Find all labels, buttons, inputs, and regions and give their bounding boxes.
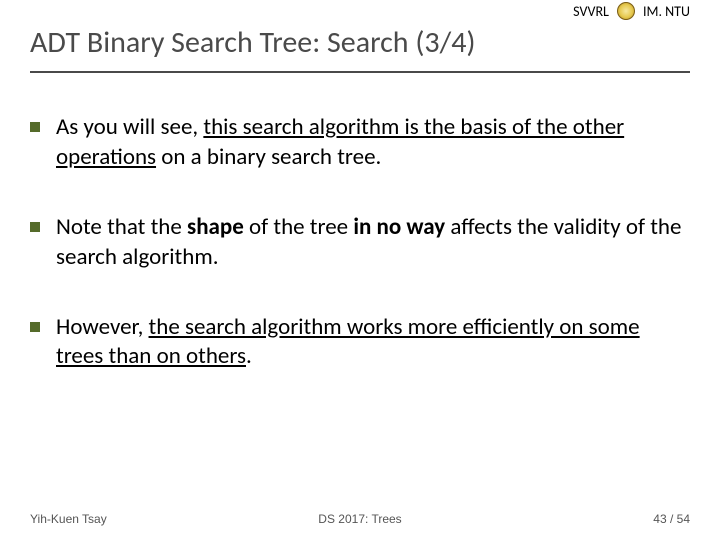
footer-course: DS 2017: Trees [318, 512, 401, 526]
header-affiliation: SVVRL IM. NTU [573, 2, 690, 20]
page-total: 54 [677, 512, 690, 526]
slide-footer: Yih-Kuen Tsay DS 2017: Trees 43 / 54 [30, 512, 690, 526]
slide-body: As you will see, this search algorithm i… [30, 73, 690, 372]
text-plain: . [246, 342, 252, 370]
footer-author: Yih-Kuen Tsay [30, 512, 107, 526]
text-plain: As you will see, [56, 113, 203, 141]
bullet-item: However, the search algorithm works more… [30, 313, 690, 373]
org-right-label: IM. NTU [643, 3, 690, 20]
text-bold: shape [187, 213, 244, 241]
slide-title: ADT Binary Search Tree: Search (3/4) [30, 18, 690, 73]
text-plain: However, [56, 313, 149, 341]
slide: SVVRL IM. NTU ADT Binary Search Tree: Se… [0, 0, 720, 540]
text-plain: on a binary search tree. [156, 143, 381, 171]
org-left-label: SVVRL [573, 3, 609, 20]
slide-header: SVVRL IM. NTU ADT Binary Search Tree: Se… [30, 0, 690, 73]
square-bullet-icon [30, 222, 40, 232]
page-current: 43 [653, 512, 666, 526]
square-bullet-icon [30, 122, 40, 132]
page-sep: / [667, 512, 677, 526]
footer-page: 43 / 54 [653, 512, 690, 526]
bullet-text: As you will see, this search algorithm i… [56, 113, 690, 173]
university-logo-icon [617, 2, 635, 20]
bullet-text: However, the search algorithm works more… [56, 313, 690, 373]
text-bold: in no way [353, 213, 445, 241]
bullet-item: As you will see, this search algorithm i… [30, 113, 690, 173]
bullet-text: Note that the shape of the tree in no wa… [56, 213, 690, 273]
text-plain: of the tree [244, 213, 354, 241]
text-plain: Note that the [56, 213, 187, 241]
bullet-item: Note that the shape of the tree in no wa… [30, 213, 690, 273]
square-bullet-icon [30, 322, 40, 332]
